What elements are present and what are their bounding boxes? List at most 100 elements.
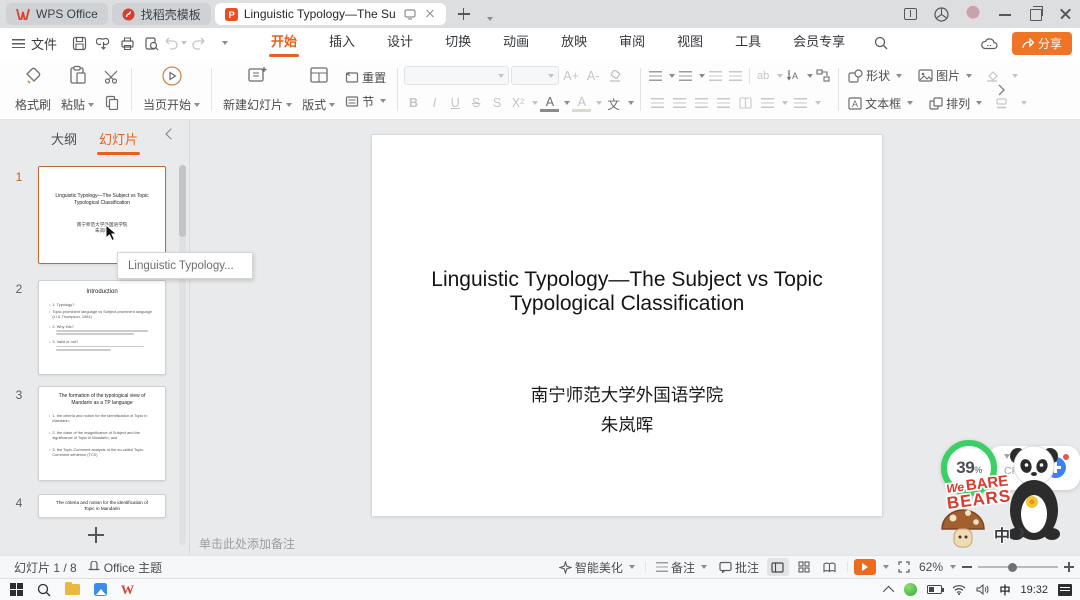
- zoom-dropdown[interactable]: [950, 565, 956, 569]
- numbered-list-button[interactable]: [677, 66, 694, 86]
- slide-thumbnail-1[interactable]: Linguistic Typology—The Subject vs Topic…: [38, 166, 166, 264]
- copy-button[interactable]: [101, 91, 123, 113]
- slide-canvas[interactable]: Linguistic Typology—The Subject vs Topic…: [372, 135, 882, 516]
- tab-slideshow[interactable]: 放映: [545, 28, 603, 58]
- minimize-button[interactable]: [990, 1, 1020, 27]
- tab-insert[interactable]: 插入: [313, 28, 371, 58]
- file-explorer-icon[interactable]: [65, 584, 80, 595]
- ime-indicator[interactable]: 中: [999, 582, 1010, 598]
- sidebar-toggle-icon[interactable]: [896, 1, 926, 27]
- slide-author-text[interactable]: 朱岚晖: [397, 412, 857, 437]
- undo-icon[interactable]: [163, 32, 187, 54]
- increase-font-button[interactable]: A+: [561, 66, 581, 86]
- hamburger-menu-icon[interactable]: [12, 39, 25, 48]
- notes-button[interactable]: 备注: [652, 559, 711, 576]
- slide-title-text[interactable]: Linguistic Typology—The Subject vs Topic…: [397, 268, 857, 316]
- smart-beautify-button[interactable]: 智能美化: [555, 559, 639, 576]
- export-icon[interactable]: [91, 32, 115, 54]
- tab-wps-home[interactable]: WPS Office: [6, 3, 108, 25]
- quick-access-dropdown-icon[interactable]: [211, 32, 235, 54]
- zoom-in-button[interactable]: [1062, 560, 1076, 574]
- convert-smartart-icon[interactable]: [815, 66, 832, 86]
- volume-icon[interactable]: [976, 584, 989, 595]
- phonetic-guide-button[interactable]: 文: [604, 93, 623, 113]
- bullet-list-button[interactable]: [647, 66, 664, 86]
- reset-button[interactable]: 重置: [342, 68, 389, 87]
- tab-transition[interactable]: 切换: [429, 28, 487, 58]
- tab-member[interactable]: 会员专享: [777, 28, 861, 58]
- decrease-font-button[interactable]: A-: [583, 66, 603, 86]
- save-icon[interactable]: [67, 32, 91, 54]
- comments-button[interactable]: 批注: [715, 559, 763, 576]
- tab-docer-templates[interactable]: 找稻壳模板: [112, 3, 211, 25]
- new-tab-button[interactable]: [454, 4, 474, 24]
- paste-button[interactable]: 粘贴: [56, 62, 99, 117]
- zoom-level[interactable]: 62%: [919, 560, 943, 574]
- cut-button[interactable]: [101, 66, 123, 88]
- format-painter-button[interactable]: 格式刷: [10, 62, 56, 117]
- wifi-icon[interactable]: [952, 584, 966, 595]
- clock[interactable]: 19:32: [1020, 584, 1048, 596]
- share-button[interactable]: 分享: [1012, 32, 1072, 55]
- decrease-indent-button[interactable]: [707, 66, 724, 86]
- slide-thumbnail-4[interactable]: The criteria and notion for the identifi…: [38, 494, 166, 518]
- layout-button[interactable]: 版式: [297, 62, 340, 117]
- slideshow-play-button[interactable]: [854, 559, 876, 575]
- tab-tools[interactable]: 工具: [719, 28, 777, 58]
- tab-list-dropdown[interactable]: [480, 4, 500, 24]
- notes-placeholder[interactable]: 单击此处添加备注: [199, 535, 295, 552]
- restore-button[interactable]: [1020, 1, 1050, 27]
- normal-view-button[interactable]: [767, 558, 789, 576]
- taskbar-search-icon[interactable]: [37, 583, 51, 597]
- theme-button[interactable]: Office 主题: [83, 559, 166, 576]
- file-menu[interactable]: 文件: [31, 34, 57, 53]
- line-spacing-button[interactable]: [757, 93, 777, 113]
- align-right-button[interactable]: [691, 93, 711, 113]
- play-options-dropdown[interactable]: [883, 565, 889, 569]
- close-window-button[interactable]: [1050, 1, 1080, 27]
- user-avatar[interactable]: [964, 5, 982, 23]
- share-to-screen-icon[interactable]: [404, 8, 416, 20]
- cloud-status-icon[interactable]: [978, 32, 1002, 54]
- bold-button[interactable]: B: [404, 93, 423, 113]
- section-button[interactable]: 节: [342, 92, 389, 111]
- collapse-panel-icon[interactable]: [165, 128, 176, 139]
- tab-outline[interactable]: 大纲: [51, 129, 77, 148]
- slide-organization-text[interactable]: 南宁师范大学外国语学院: [397, 382, 857, 407]
- notification-center-icon[interactable]: [1058, 584, 1072, 596]
- font-size-select[interactable]: [511, 66, 559, 85]
- add-slide-button[interactable]: [86, 525, 106, 545]
- tab-view[interactable]: 视图: [661, 28, 719, 58]
- tray-expand-icon[interactable]: [883, 585, 894, 596]
- shapes-button[interactable]: 形状: [845, 66, 905, 85]
- tab-review[interactable]: 审阅: [603, 28, 661, 58]
- align-left-button[interactable]: [647, 93, 667, 113]
- textbox-button[interactable]: A 文本框: [845, 94, 916, 113]
- increase-indent-button[interactable]: [727, 66, 744, 86]
- zoom-out-button[interactable]: [960, 560, 974, 574]
- play-from-current-button[interactable]: 当页开始: [138, 62, 205, 117]
- underline-button[interactable]: U: [446, 93, 465, 113]
- text-direction-button[interactable]: A: [785, 66, 802, 86]
- print-preview-icon[interactable]: [139, 32, 163, 54]
- print-icon[interactable]: [115, 32, 139, 54]
- zoom-slider[interactable]: [978, 560, 1058, 574]
- clear-format-icon[interactable]: [605, 66, 625, 86]
- photos-app-icon[interactable]: [94, 583, 107, 596]
- superscript-button[interactable]: X²: [509, 93, 528, 113]
- picture-button[interactable]: 图片: [915, 66, 975, 85]
- italic-button[interactable]: I: [425, 93, 444, 113]
- tab-presentation-document[interactable]: P Linguistic Typology—The Su: [215, 3, 446, 25]
- slide-thumbnail-2[interactable]: Introduction •1. Typology? •Topic-promin…: [38, 280, 166, 375]
- sidebar-scrollbar-thumb[interactable]: [179, 165, 186, 237]
- new-slide-button[interactable]: 新建幻灯片: [218, 62, 297, 117]
- paragraph-spacing-button[interactable]: [790, 93, 810, 113]
- start-button[interactable]: [10, 583, 23, 596]
- font-family-select[interactable]: [404, 66, 509, 85]
- highlight-color-button[interactable]: A: [572, 95, 591, 112]
- tab-design[interactable]: 设计: [371, 28, 429, 58]
- fullscreen-button[interactable]: [893, 558, 915, 576]
- shadow-button[interactable]: S: [488, 93, 507, 113]
- redo-icon[interactable]: [187, 32, 211, 54]
- search-icon[interactable]: [869, 32, 893, 54]
